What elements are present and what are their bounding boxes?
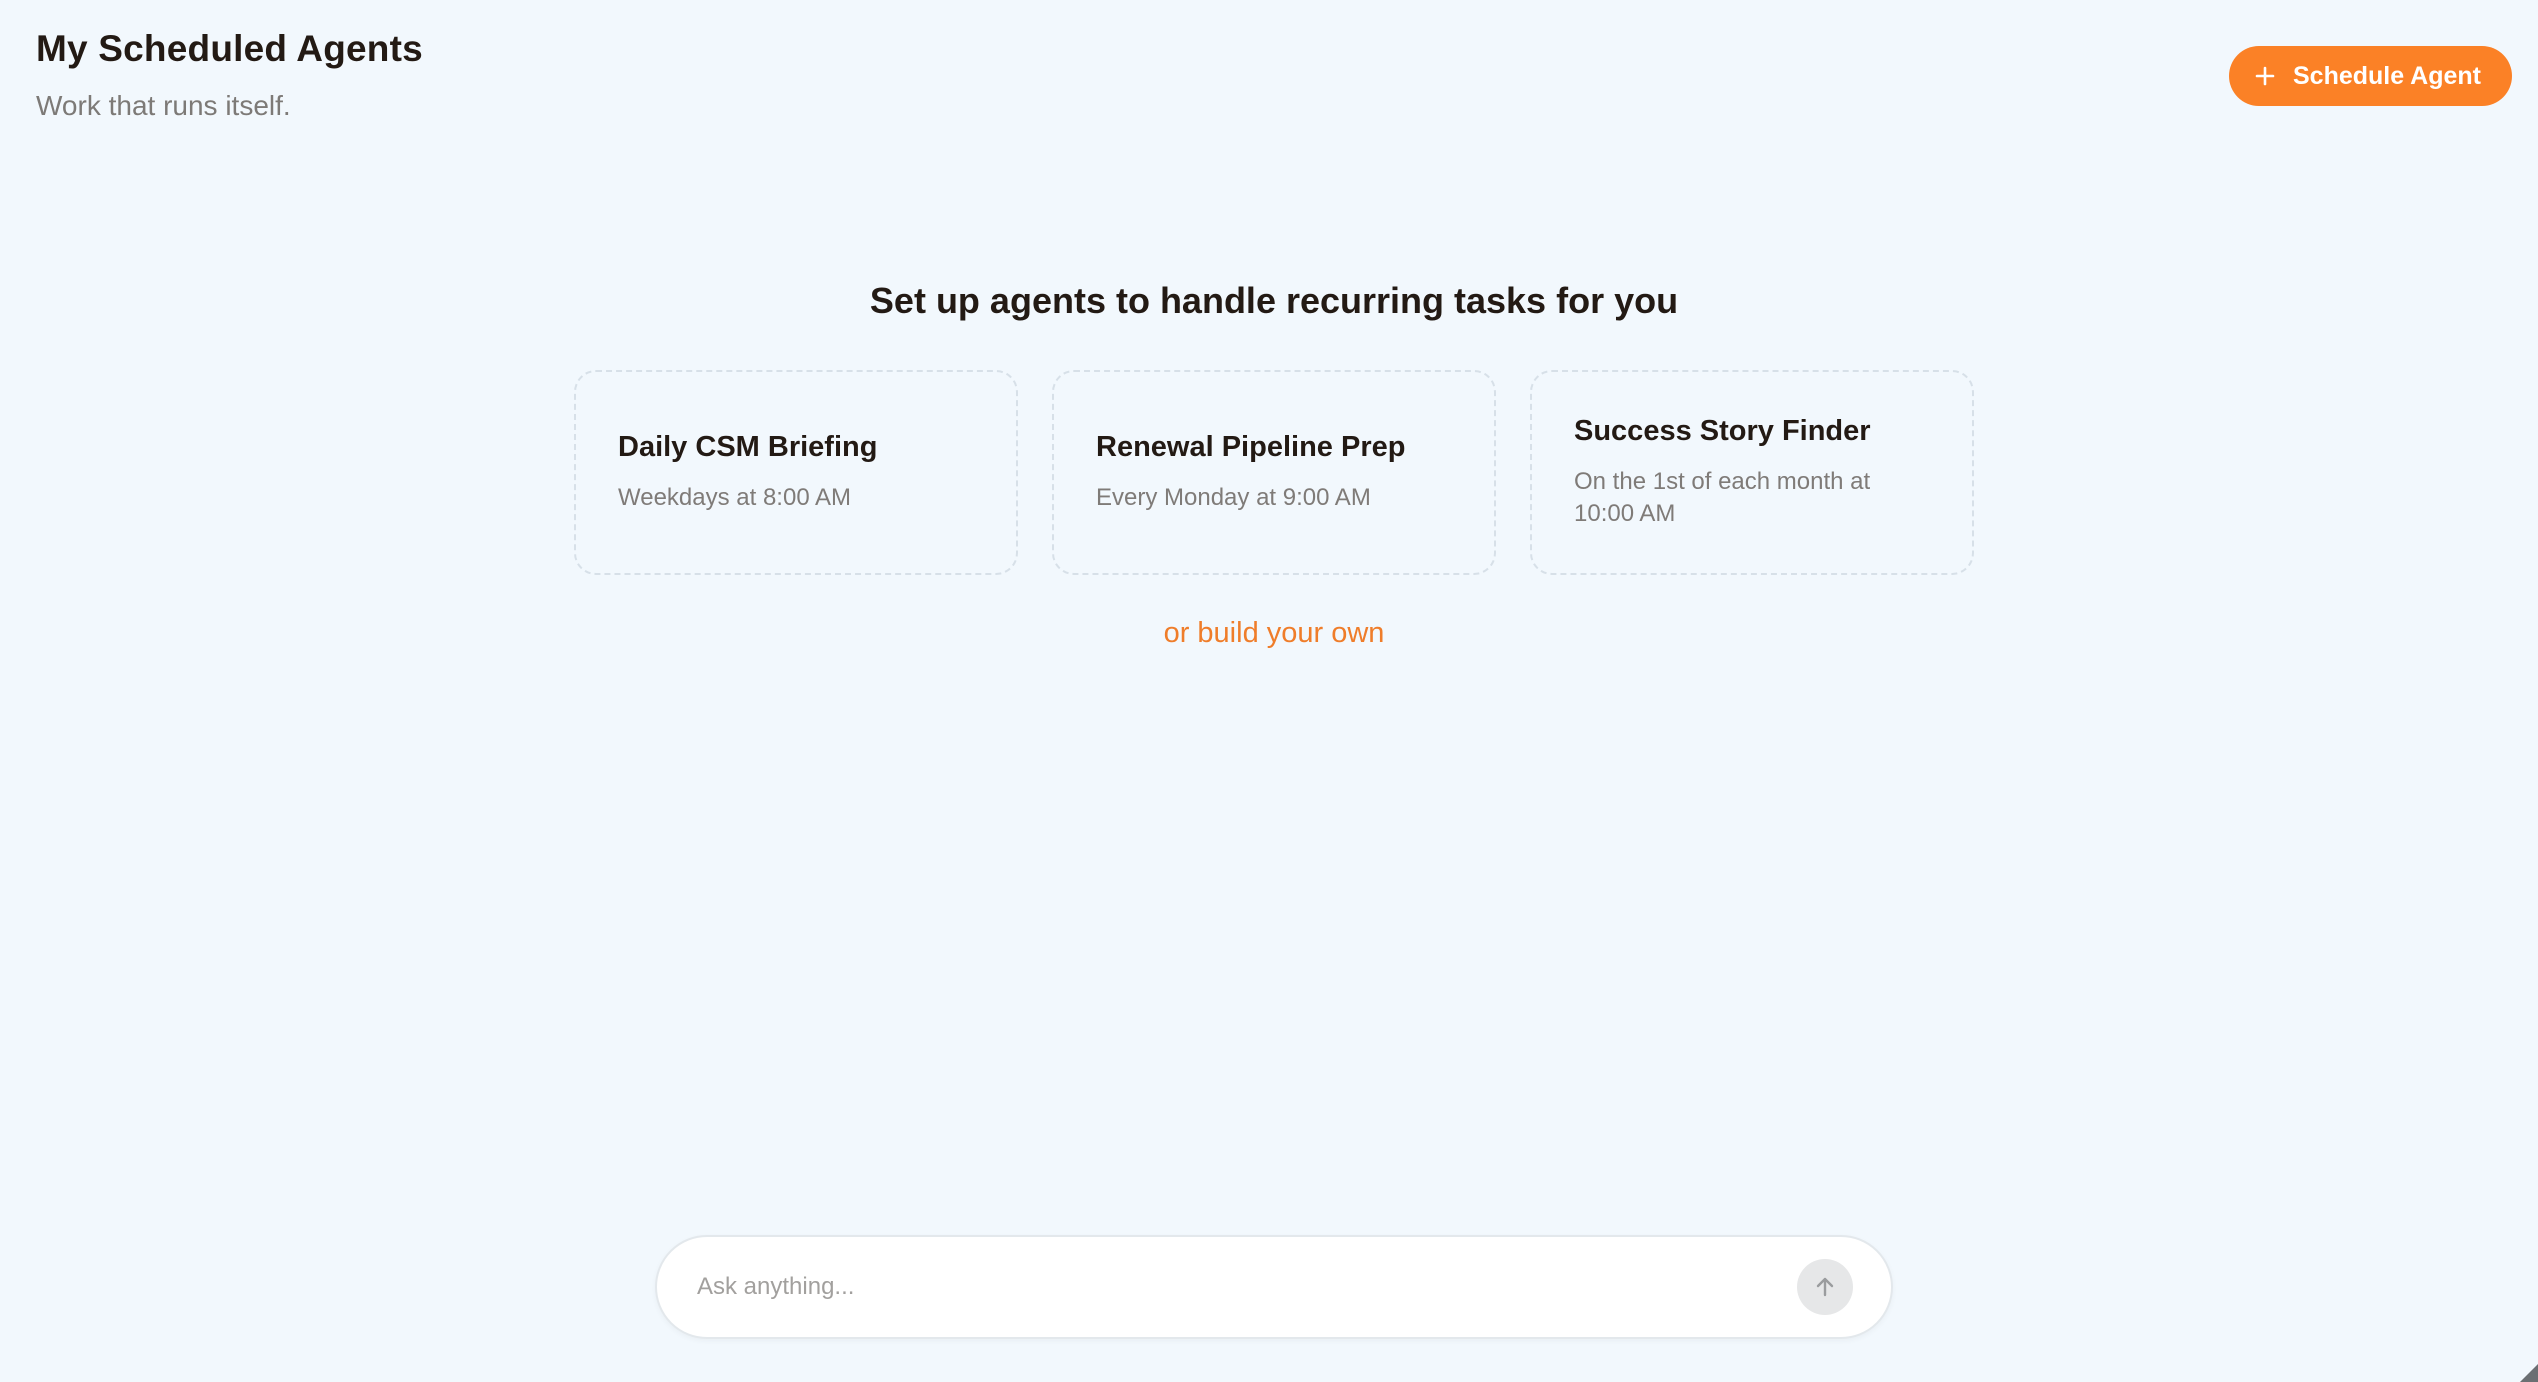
empty-state-heading: Set up agents to handle recurring tasks …	[869, 280, 1679, 321]
template-card-daily-csm-briefing[interactable]: Daily CSM Briefing Weekdays at 8:00 AM	[574, 370, 1018, 575]
schedule-agent-label: Schedule Agent	[2293, 61, 2481, 90]
template-card-schedule: Weekdays at 8:00 AM	[618, 484, 852, 511]
resize-handle[interactable]	[2516, 1360, 2538, 1382]
template-card-success-story-finder[interactable]: Success Story Finder On the 1st of each …	[1530, 370, 1974, 575]
template-card-title: Success Story Finder	[1574, 415, 1871, 447]
build-your-own-link[interactable]: or build your own	[0, 617, 2538, 650]
page-header: My Scheduled Agents Work that runs itsel…	[36, 28, 423, 122]
template-card-schedule: On the 1st of each month at 10:00 AM	[1574, 468, 1871, 527]
template-card-title: Renewal Pipeline Prep	[1096, 431, 1406, 463]
schedule-agent-button[interactable]: Schedule Agent	[2229, 46, 2512, 106]
page-subtitle: Work that runs itself.	[36, 90, 291, 121]
scheduled-agents-page: My Scheduled Agents Work that runs itsel…	[0, 0, 2538, 1382]
ask-anything-input[interactable]	[697, 1273, 1797, 1301]
chat-bar	[655, 1235, 1893, 1339]
template-card-renewal-pipeline-prep[interactable]: Renewal Pipeline Prep Every Monday at 9:…	[1052, 370, 1496, 575]
plus-icon	[2255, 66, 2275, 86]
arrow-up-icon	[1812, 1274, 1838, 1300]
template-card-title: Daily CSM Briefing	[618, 431, 878, 463]
send-button[interactable]	[1797, 1259, 1853, 1315]
template-card-list: Daily CSM Briefing Weekdays at 8:00 AM R…	[574, 370, 1974, 575]
page-title: My Scheduled Agents	[36, 28, 423, 69]
template-card-schedule: Every Monday at 9:00 AM	[1096, 484, 1371, 511]
